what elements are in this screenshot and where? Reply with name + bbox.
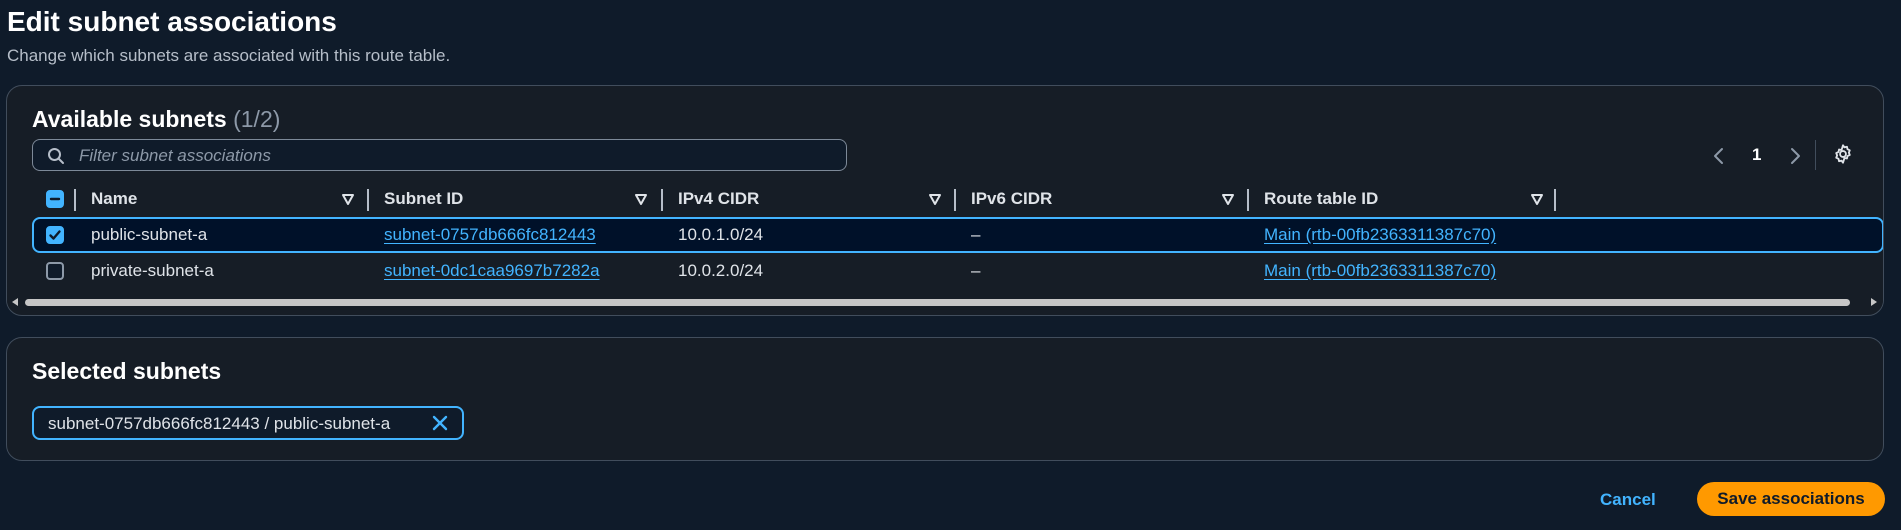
subnets-table: Name Subnet ID IPv4 CIDR IPv6 CIDR Route…: [32, 182, 1883, 280]
selected-subnet-token: subnet-0757db666fc812443 / public-subnet…: [32, 406, 464, 440]
column-separator: [954, 189, 956, 211]
selected-subnets-panel: Selected subnets subnet-0757db666fc81244…: [6, 337, 1884, 461]
settings-gear-icon[interactable]: [1832, 143, 1854, 165]
column-header-name[interactable]: Name: [91, 182, 137, 216]
column-separator: [367, 189, 369, 211]
cell-name: private-subnet-a: [91, 261, 214, 280]
sort-caret-down-icon[interactable]: [341, 192, 355, 206]
select-all-checkbox[interactable]: [46, 190, 64, 208]
horizontal-scrollbar[interactable]: [7, 294, 1883, 310]
cell-ipv4-cidr: 10.0.2.0/24: [678, 261, 764, 280]
sort-caret-down-icon[interactable]: [1530, 192, 1544, 206]
scroll-right-arrow-icon[interactable]: [1869, 297, 1879, 307]
pagination-next-icon[interactable]: [1787, 142, 1803, 170]
page-subtitle: Change which subnets are associated with…: [7, 46, 451, 65]
pagination-current-page[interactable]: 1: [1752, 145, 1761, 173]
available-subnets-count: (1/2): [233, 106, 281, 132]
available-subnets-panel: Available subnets (1/2) 1 Name: [6, 85, 1884, 316]
row-checkbox[interactable]: [46, 226, 64, 244]
cell-route-table-link[interactable]: Main (rtb-00fb2363311387c70): [1264, 218, 1496, 252]
table-row[interactable]: private-subnet-a subnet-0dc1caa9697b7282…: [32, 254, 1883, 290]
sort-caret-down-icon[interactable]: [1221, 192, 1235, 206]
scroll-left-arrow-icon[interactable]: [10, 297, 20, 307]
scrollbar-thumb[interactable]: [25, 299, 1850, 306]
column-header-subnet-id[interactable]: Subnet ID: [384, 182, 463, 216]
cell-subnet-id-link[interactable]: subnet-0dc1caa9697b7282a: [384, 254, 600, 288]
cell-ipv6-cidr: –: [971, 225, 981, 244]
filter-subnet-input[interactable]: [77, 141, 841, 171]
pagination-prev-icon[interactable]: [1711, 142, 1727, 170]
available-subnets-title: Available subnets: [32, 106, 227, 132]
minus-icon: [49, 197, 61, 201]
cell-route-table-link[interactable]: Main (rtb-00fb2363311387c70): [1264, 254, 1496, 288]
row-checkbox[interactable]: [46, 262, 64, 280]
selected-subnet-token-label: subnet-0757db666fc812443 / public-subnet…: [48, 414, 391, 433]
column-separator: [1554, 189, 1556, 211]
checkmark-icon: [49, 230, 61, 240]
cell-subnet-id-link[interactable]: subnet-0757db666fc812443: [384, 218, 596, 252]
cell-name: public-subnet-a: [91, 225, 208, 244]
column-separator: [74, 189, 76, 211]
cell-ipv4-cidr: 10.0.1.0/24: [678, 225, 764, 244]
column-separator: [661, 189, 663, 211]
sort-caret-down-icon[interactable]: [928, 192, 942, 206]
available-subnets-heading: Available subnets (1/2): [32, 106, 280, 133]
save-associations-button[interactable]: Save associations: [1697, 482, 1885, 516]
sort-caret-down-icon[interactable]: [634, 192, 648, 206]
pagination-divider: [1815, 140, 1816, 170]
column-header-route-table-id[interactable]: Route table ID: [1264, 182, 1378, 216]
page-title: Edit subnet associations: [7, 6, 337, 37]
cell-ipv6-cidr: –: [971, 261, 981, 280]
search-icon: [48, 148, 64, 164]
table-row[interactable]: public-subnet-a subnet-0757db666fc812443…: [32, 217, 1883, 253]
column-header-ipv4-cidr[interactable]: IPv4 CIDR: [678, 182, 759, 216]
column-header-ipv6-cidr[interactable]: IPv6 CIDR: [971, 182, 1052, 216]
selected-subnets-heading: Selected subnets: [32, 358, 222, 384]
cancel-button[interactable]: Cancel: [1600, 483, 1656, 517]
close-icon[interactable]: [431, 414, 449, 432]
filter-search-box[interactable]: [32, 139, 847, 171]
column-separator: [1247, 189, 1249, 211]
table-header: Name Subnet ID IPv4 CIDR IPv6 CIDR Route…: [32, 182, 1883, 216]
